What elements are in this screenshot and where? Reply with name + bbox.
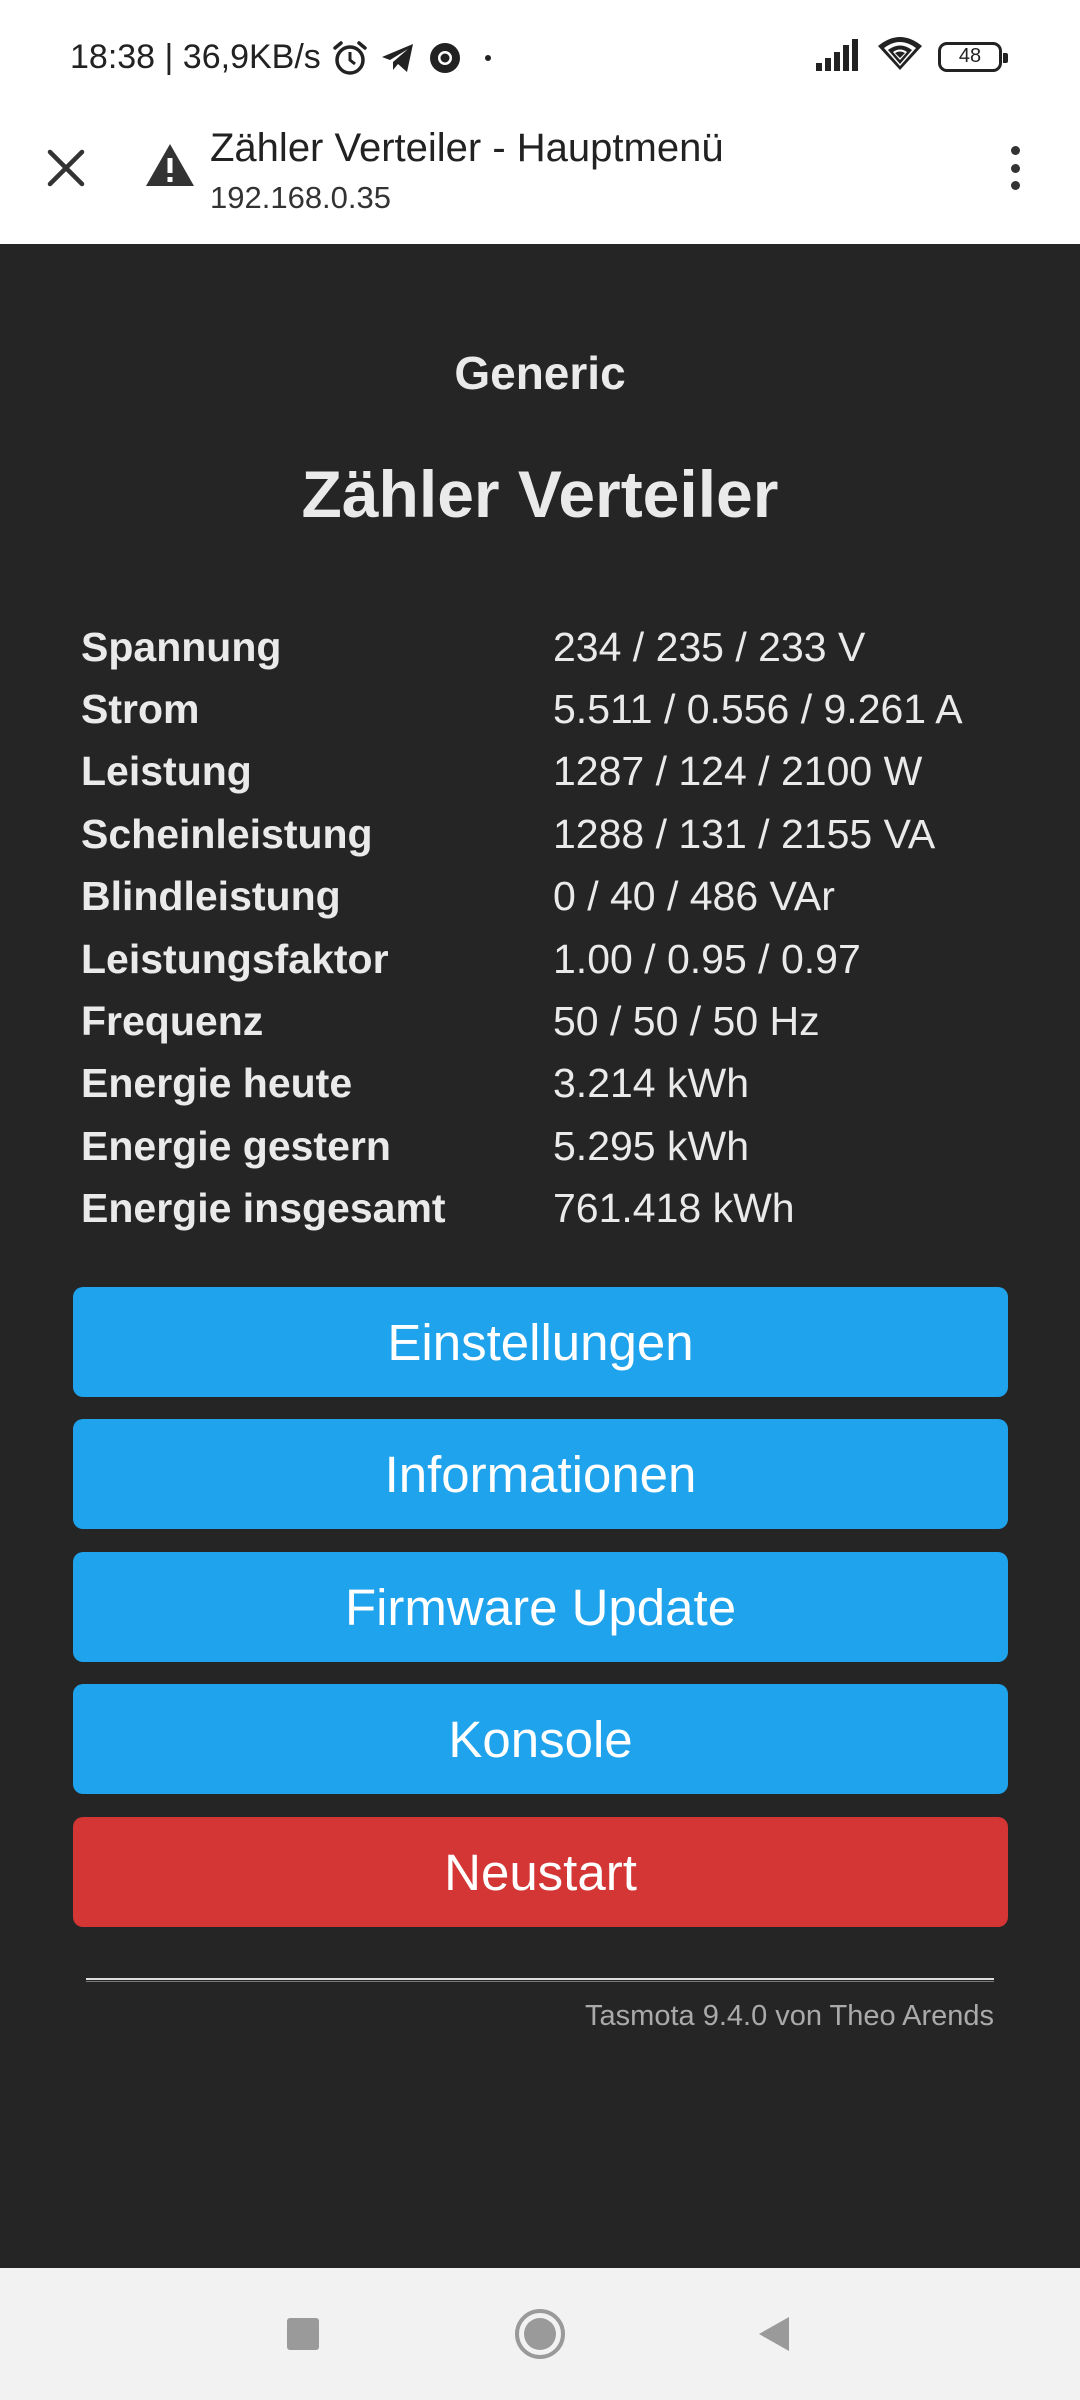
sensor-value: 50 / 50 / 50 Hz — [553, 998, 820, 1045]
sensor-value: 234 / 235 / 233 V — [553, 623, 866, 670]
footer-link[interactable]: Tasmota 9.4.0 von Theo Arends — [585, 2000, 994, 2033]
home-button[interactable] — [480, 2268, 600, 2400]
telegram-icon — [379, 39, 417, 77]
sensor-row: Strom 5.511 / 0.556 / 9.261 A — [81, 678, 1021, 740]
sensor-row: Scheinleistung 1288 / 131 / 2155 VA — [81, 803, 1021, 865]
sensor-value: 5.511 / 0.556 / 9.261 A — [553, 686, 963, 733]
page-title: Zähler Verteiler - Hauptmenü — [210, 126, 724, 170]
divider — [86, 1978, 994, 1982]
sensor-label: Blindleistung — [81, 873, 341, 920]
browser-toolbar: Zähler Verteiler - Hauptmenü 192.168.0.3… — [0, 120, 1080, 244]
alarm-icon — [331, 39, 369, 77]
recents-square-icon — [287, 2318, 319, 2350]
sensor-row: Frequenz 50 / 50 / 50 Hz — [81, 990, 1021, 1052]
close-button[interactable] — [38, 140, 94, 196]
battery-icon: 48 — [938, 41, 1008, 72]
sensor-label: Spannung — [81, 623, 282, 670]
device-name: Zähler Verteiler — [301, 457, 779, 531]
status-time-speed: 18:38 | 36,9KB/s — [70, 38, 321, 76]
chrome-icon — [427, 40, 463, 76]
sensor-value: 1.00 / 0.95 / 0.97 — [553, 935, 861, 982]
sensor-label: Leistung — [81, 748, 252, 795]
sensor-row: Blindleistung 0 / 40 / 486 VAr — [81, 866, 1021, 928]
sensor-row: Leistung 1287 / 124 / 2100 W — [81, 741, 1021, 803]
status-right: 48 — [814, 36, 1008, 77]
sensor-row: Energie gestern 5.295 kWh — [81, 1115, 1021, 1177]
dot-icon — [473, 48, 503, 68]
sensor-label: Leistungsfaktor — [81, 935, 389, 982]
sensor-value: 3.214 kWh — [553, 1060, 749, 1107]
sensor-value: 761.418 kWh — [553, 1185, 795, 1232]
more-vert-icon — [1010, 146, 1020, 155]
sensor-label: Energie insgesamt — [81, 1185, 446, 1232]
settings-button[interactable]: Einstellungen — [73, 1287, 1008, 1397]
sensor-label: Energie heute — [81, 1060, 353, 1107]
more-options-button[interactable] — [990, 140, 1040, 196]
back-button[interactable] — [715, 2268, 835, 2400]
sensor-value: 1288 / 131 / 2155 VA — [553, 810, 936, 857]
sensor-label: Strom — [81, 686, 200, 733]
sensor-value: 5.295 kWh — [553, 1122, 749, 1169]
sensor-value: 1287 / 124 / 2100 W — [553, 748, 923, 795]
home-circle-icon — [515, 2309, 565, 2359]
navigation-bar — [0, 2268, 1080, 2400]
firmware-update-button[interactable]: Firmware Update — [73, 1552, 1008, 1662]
wifi-icon — [876, 36, 924, 77]
module-name: Generic — [454, 347, 626, 399]
sensor-label: Scheinleistung — [81, 810, 373, 857]
close-icon — [47, 149, 85, 187]
sensor-row: Energie heute 3.214 kWh — [81, 1053, 1021, 1115]
sensor-row: Energie insgesamt 761.418 kWh — [81, 1178, 1021, 1240]
back-triangle-icon — [759, 2317, 789, 2351]
page-url: 192.168.0.35 — [210, 180, 392, 215]
signal-icon — [814, 37, 862, 76]
sensor-row: Leistungsfaktor 1.00 / 0.95 / 0.97 — [81, 928, 1021, 990]
sensor-label: Energie gestern — [81, 1122, 391, 1169]
restart-button[interactable]: Neustart — [73, 1817, 1008, 1927]
status-bar: 18:38 | 36,9KB/s 48 — [0, 0, 1080, 120]
information-button[interactable]: Informationen — [73, 1419, 1008, 1529]
status-left: 18:38 | 36,9KB/s — [70, 38, 503, 77]
sensor-value: 0 / 40 / 486 VAr — [553, 873, 835, 920]
warning-icon[interactable] — [144, 142, 196, 193]
sensor-table: Spannung 234 / 235 / 233 V Strom 5.511 /… — [81, 616, 1021, 1240]
sensor-label: Frequenz — [81, 998, 264, 1045]
sensor-row: Spannung 234 / 235 / 233 V — [81, 616, 1021, 678]
console-button[interactable]: Konsole — [73, 1684, 1008, 1794]
web-content: Generic Zähler Verteiler Spannung 234 / … — [0, 244, 1080, 2268]
battery-level: 48 — [958, 45, 982, 67]
recents-button[interactable] — [243, 2268, 363, 2400]
